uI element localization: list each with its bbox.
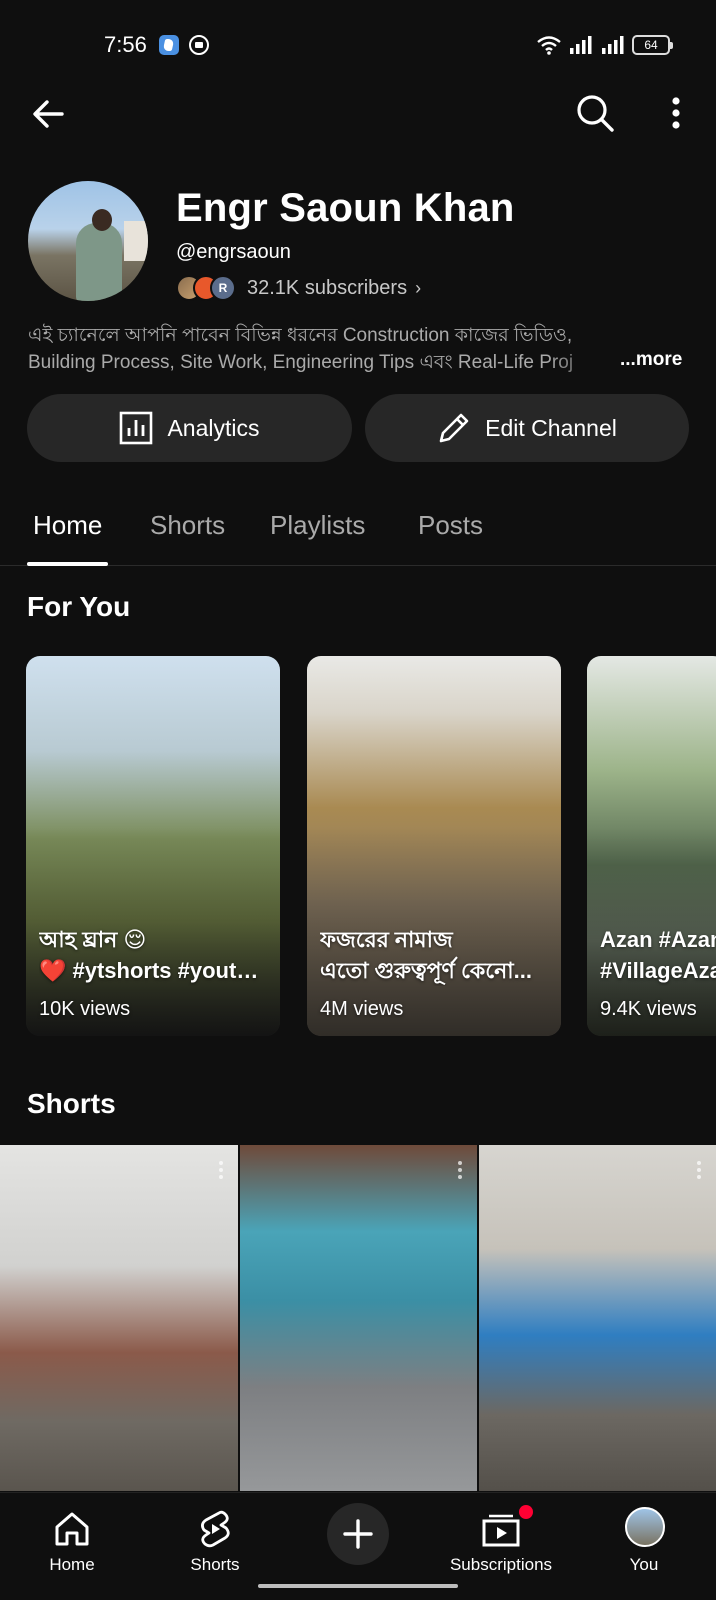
search-icon[interactable] bbox=[574, 92, 616, 134]
video-title-line: Azan #Azan bbox=[600, 927, 716, 952]
analytics-button[interactable]: Analytics bbox=[27, 394, 352, 462]
description-line: Building Process, Site Work, Engineering… bbox=[28, 352, 574, 373]
nav-shorts-label: Shorts bbox=[190, 1555, 240, 1574]
video-views: 9.4K views bbox=[600, 998, 697, 1020]
status-indicators: 64 bbox=[536, 34, 673, 56]
media-notification-icon bbox=[189, 35, 209, 55]
tab-posts[interactable]: Posts bbox=[418, 510, 483, 541]
tab-shorts[interactable]: Shorts bbox=[150, 510, 225, 541]
status-time: 7:56 bbox=[104, 32, 147, 57]
chevron-right-icon: › bbox=[415, 277, 422, 298]
subscribers-row[interactable]: R 32.1K subscribers › bbox=[176, 274, 421, 302]
avatar-building bbox=[124, 221, 148, 261]
video-title-line: #VillageAzan bbox=[600, 958, 716, 983]
channel-tabs: Home Shorts Playlists Posts bbox=[0, 506, 716, 566]
home-icon bbox=[55, 1512, 89, 1546]
notification-dot bbox=[519, 1505, 533, 1519]
video-title-line: ❤️ #ytshorts #youtube bbox=[39, 958, 271, 983]
video-title: আহ ঘ্রান 😌 ❤️ #ytshorts #youtube bbox=[39, 924, 271, 986]
signal-icon bbox=[602, 36, 624, 54]
video-title-line: ফজরের নামাজ bbox=[320, 927, 453, 952]
nav-home[interactable]: Home bbox=[12, 1501, 132, 1581]
battery-level: 64 bbox=[644, 38, 658, 52]
active-tab-indicator bbox=[27, 562, 108, 566]
short-thumbnail[interactable] bbox=[479, 1145, 716, 1491]
edit-channel-label: Edit Channel bbox=[485, 414, 617, 441]
app-notification-icon bbox=[159, 35, 179, 55]
channel-handle: @engrsaoun bbox=[176, 241, 291, 263]
shorts-heading: Shorts bbox=[27, 1088, 116, 1119]
more-vert-icon[interactable] bbox=[696, 1161, 702, 1181]
video-card[interactable]: Azan #Azan #VillageAzan 9.4K views bbox=[587, 656, 716, 1036]
description-line: এই চ্যানেলে আপনি পাবেন বিভিন্ন ধরনের Con… bbox=[28, 325, 573, 346]
shorts-icon bbox=[201, 1510, 230, 1548]
analytics-label: Analytics bbox=[167, 414, 260, 441]
more-vert-icon[interactable] bbox=[457, 1161, 463, 1181]
nav-you-label: You bbox=[629, 1555, 659, 1574]
wifi-icon bbox=[537, 36, 561, 55]
nav-home-label: Home bbox=[49, 1555, 95, 1574]
video-card[interactable]: আহ ঘ্রান 😌 ❤️ #ytshorts #youtube 10K vie… bbox=[26, 656, 280, 1036]
signal-icon bbox=[570, 36, 592, 54]
edit-channel-button[interactable]: Edit Channel bbox=[365, 394, 689, 462]
profile-avatar bbox=[625, 1507, 665, 1547]
more-vert-icon[interactable] bbox=[218, 1161, 224, 1181]
video-title: ফজরের নামাজ এতো গুরুত্বপূর্ণ কেনো... bbox=[320, 924, 552, 986]
home-gesture-bar[interactable] bbox=[258, 1584, 458, 1588]
nav-subscriptions-label: Subscriptions bbox=[449, 1555, 553, 1574]
video-views: 10K views bbox=[39, 998, 131, 1020]
back-arrow-icon[interactable] bbox=[28, 94, 68, 134]
channel-name: Engr Saoun Khan bbox=[176, 186, 515, 230]
subscriptions-icon bbox=[482, 1514, 520, 1547]
channel-description[interactable]: এই চ্যানেলে আপনি পাবেন বিভিন্ন ধরনের Con… bbox=[28, 322, 688, 376]
video-title: Azan #Azan #VillageAzan bbox=[600, 924, 716, 986]
status-bar: 7:56 64 bbox=[0, 0, 716, 90]
nav-you[interactable]: You bbox=[584, 1501, 704, 1581]
short-thumbnail[interactable] bbox=[240, 1145, 477, 1491]
nav-shorts[interactable]: Shorts bbox=[155, 1501, 275, 1581]
tab-home[interactable]: Home bbox=[33, 510, 102, 541]
plus-icon bbox=[343, 1519, 373, 1549]
channel-avatar[interactable] bbox=[28, 181, 148, 301]
nav-subscriptions[interactable]: Subscriptions bbox=[441, 1501, 561, 1581]
create-button[interactable] bbox=[327, 1503, 389, 1565]
video-views: 4M views bbox=[320, 998, 404, 1020]
short-thumbnail[interactable] bbox=[0, 1145, 238, 1491]
tab-playlists[interactable]: Playlists bbox=[270, 510, 365, 541]
more-vert-icon[interactable] bbox=[658, 92, 694, 134]
video-card[interactable]: ফজরের নামাজ এতো গুরুত্বপূর্ণ কেনো... 4M … bbox=[307, 656, 561, 1036]
avatar-head bbox=[92, 209, 112, 231]
video-title-line: এতো গুরুত্বপূর্ণ কেনো... bbox=[320, 958, 532, 983]
description-more-link[interactable]: ...more bbox=[620, 349, 682, 371]
subscriber-avatar: R bbox=[210, 275, 236, 301]
avatar-person bbox=[76, 223, 122, 301]
subscriber-count: 32.1K subscribers bbox=[247, 276, 408, 299]
for-you-heading: For You bbox=[27, 591, 131, 622]
top-bar bbox=[0, 90, 716, 136]
analytics-icon bbox=[120, 411, 153, 445]
battery-icon: 64 bbox=[632, 35, 673, 55]
pencil-icon bbox=[439, 413, 469, 443]
video-title-line: আহ ঘ্রান 😌 bbox=[39, 927, 147, 952]
